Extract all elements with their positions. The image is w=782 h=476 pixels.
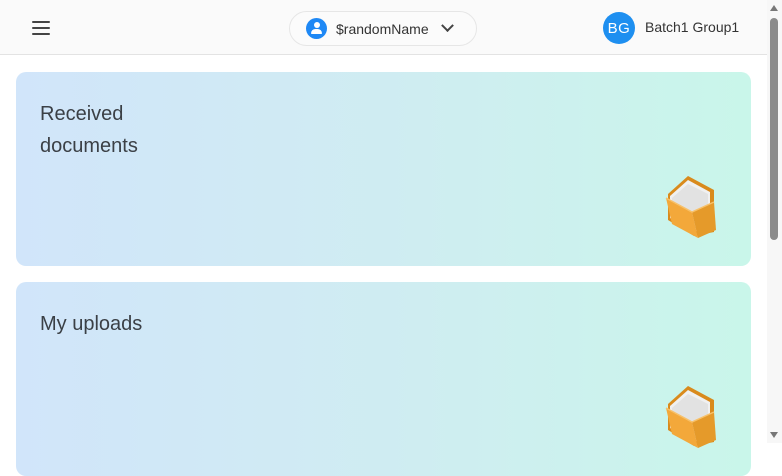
folder-icon [665, 176, 716, 238]
my-uploads-card[interactable]: My uploads [16, 282, 751, 476]
chevron-down-icon [441, 19, 454, 33]
scroll-up-arrow-icon[interactable] [770, 5, 778, 11]
vertical-scrollbar[interactable] [767, 0, 782, 443]
folder-icon [665, 386, 716, 448]
avatar[interactable]: BG [603, 12, 635, 44]
scrollbar-thumb[interactable] [770, 18, 778, 240]
scroll-down-arrow-icon[interactable] [770, 432, 778, 438]
hamburger-menu-icon[interactable] [24, 14, 58, 42]
account-selector-label: $randomName [336, 20, 429, 37]
card-title: Received documents [40, 103, 138, 157]
top-app-bar: $randomName BG Batch1 Group1 [0, 0, 767, 55]
menu-line [32, 33, 50, 35]
menu-line [32, 21, 50, 23]
account-selector[interactable]: $randomName [289, 11, 477, 46]
received-documents-card[interactable]: Received documents [16, 72, 751, 266]
card-title: My uploads [40, 313, 143, 335]
user-name[interactable]: Batch1 Group1 [645, 19, 739, 35]
person-icon [306, 18, 327, 39]
menu-line [32, 27, 50, 29]
